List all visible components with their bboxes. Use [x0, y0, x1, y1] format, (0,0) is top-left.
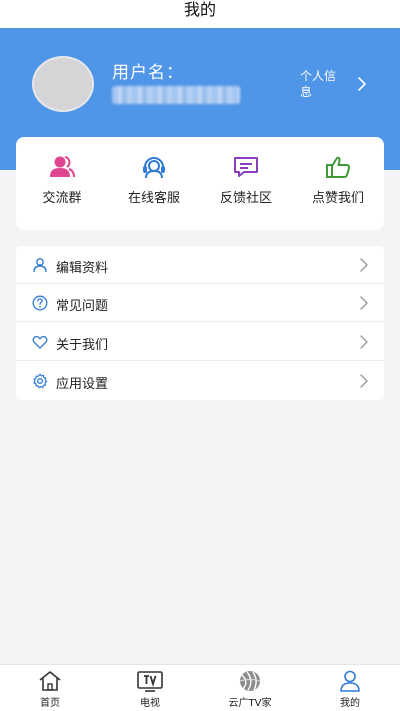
tab-home[interactable]: 首页: [0, 670, 100, 710]
heart-icon: [32, 335, 48, 349]
quick-actions-card: 交流群 在线客服 反馈社区 点赞我们: [16, 137, 384, 230]
tab-label: 电视: [140, 698, 160, 709]
menu-item-edit-profile[interactable]: 编辑资料: [16, 246, 384, 284]
thumbs-up-icon: [326, 156, 351, 178]
quick-action-label: 反馈社区: [219, 191, 272, 206]
person-icon: [340, 670, 360, 692]
username-label: 用户名：: [112, 63, 184, 83]
profile-info-label: 个人信息: [300, 69, 337, 99]
quick-action-group-chat[interactable]: 交流群: [16, 155, 108, 215]
quick-action-like[interactable]: 点赞我们: [292, 155, 384, 215]
settings-menu: 编辑资料 常见问题 关于我们 应用设置: [16, 246, 384, 400]
menu-item-label: 关于我们: [56, 338, 109, 353]
gear-icon: [33, 373, 48, 389]
menu-item-label: 应用设置: [56, 377, 109, 392]
avatar[interactable]: [32, 56, 94, 112]
page-title: 我的: [0, 0, 400, 28]
quick-action-label: 在线客服: [127, 191, 180, 206]
feedback-icon: [234, 157, 258, 177]
chevron-right-icon: [360, 374, 368, 388]
tab-label: 云广TV家: [228, 698, 272, 709]
menu-item-app-settings[interactable]: 应用设置: [16, 362, 384, 400]
home-icon: [39, 671, 61, 691]
menu-item-label: 编辑资料: [56, 261, 109, 276]
group-chat-icon: [50, 156, 75, 178]
chevron-right-icon: [360, 296, 368, 310]
menu-item-faq[interactable]: 常见问题: [16, 284, 384, 322]
tab-mine[interactable]: 我的: [300, 670, 400, 710]
quick-action-feedback[interactable]: 反馈社区: [200, 155, 292, 215]
globe-logo-icon: [239, 671, 261, 691]
tab-label: 我的: [340, 698, 360, 709]
chevron-right-icon: [360, 258, 368, 272]
tv-icon: [137, 671, 163, 692]
user-icon: [33, 258, 47, 273]
tab-label: 首页: [40, 698, 60, 709]
question-circle-icon: [32, 295, 48, 311]
menu-item-about-us[interactable]: 关于我们: [16, 323, 384, 361]
username-value-blurred: [112, 86, 240, 104]
quick-action-label: 点赞我们: [311, 191, 364, 206]
tab-tv[interactable]: 电视: [100, 670, 200, 710]
chevron-right-icon: [360, 335, 368, 349]
profile-info-link[interactable]: 个人信息: [300, 68, 382, 102]
menu-item-label: 常见问题: [56, 299, 109, 314]
quick-action-label: 交流群: [42, 191, 82, 206]
quick-action-customer-service[interactable]: 在线客服: [108, 155, 200, 215]
bottom-tab-bar: 首页 电视 云广TV家 我的: [0, 664, 400, 711]
chevron-right-icon: [358, 77, 366, 91]
customer-service-icon: [143, 157, 165, 179]
tab-yunguang-tv-home[interactable]: 云广TV家: [200, 670, 300, 710]
